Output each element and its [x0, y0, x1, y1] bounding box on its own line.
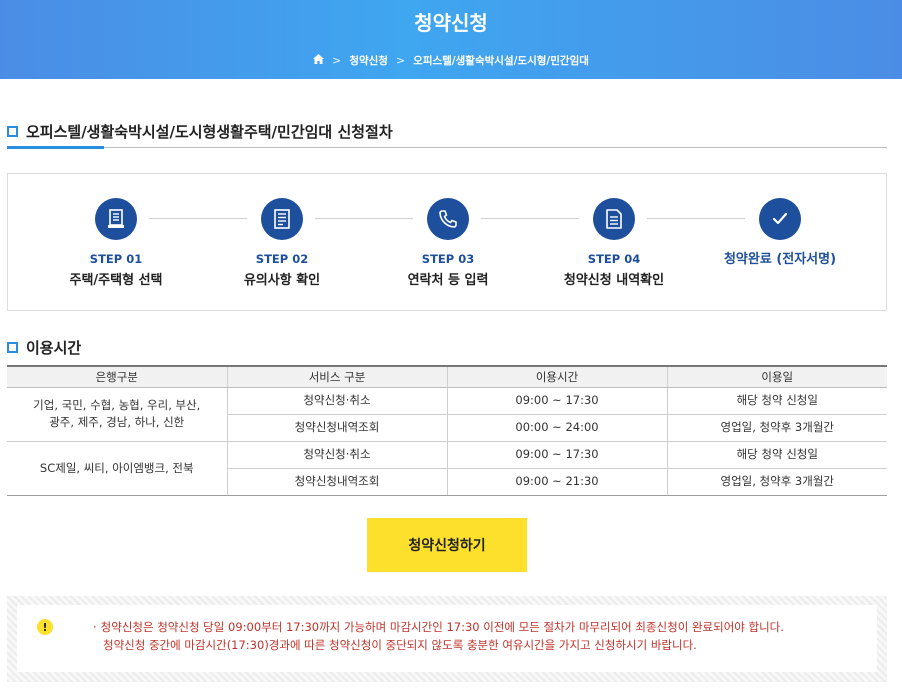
warning-icon: ! — [37, 619, 53, 635]
square-bullet-icon — [7, 126, 18, 137]
step-final-label: 청약완료 (전자서명) — [723, 252, 837, 267]
step-number: STEP 04 — [587, 252, 641, 266]
home-icon[interactable] — [313, 54, 325, 67]
check-icon — [759, 198, 801, 240]
table-row: 기업, 국민, 수협, 농협, 우리, 부산, 광주, 제주, 경남, 하나, … — [7, 387, 887, 442]
notice-text: · 청약신청은 청약신청 당일 09:00부터 17:30까지 가능하며 마감시간… — [93, 618, 784, 654]
table-row: SC제일, 씨티, 아이엠뱅크, 전북 청약신청·취소 09:00 ~ 17:3… — [7, 441, 887, 496]
step-label: 주택/주택형 선택 — [69, 273, 163, 288]
step-number: STEP 02 — [255, 252, 309, 266]
chevron-right-icon: > — [395, 54, 406, 67]
apply-button[interactable]: 청약신청하기 — [367, 518, 527, 572]
document-icon — [95, 198, 137, 240]
notice-box: ! · 청약신청은 청약신청 당일 09:00부터 17:30까지 가능하며 마감… — [7, 596, 887, 682]
service-cell: 청약신청내역조회 — [226, 414, 447, 442]
service-cell: 청약신청내역조회 — [226, 468, 447, 496]
breadcrumb: > 청약신청 > 오피스텔/생활숙박시설/도시형/민간임대 — [0, 53, 902, 68]
page-header-banner: 청약신청 > 청약신청 > 오피스텔/생활숙박시설/도시형/민간임대 — [0, 0, 902, 79]
day-cell: 영업일, 청약후 3개월간 — [666, 468, 887, 496]
bank-cell: 기업, 국민, 수협, 농협, 우리, 부산, 광주, 제주, 경남, 하나, … — [7, 387, 227, 442]
step-04: STEP 04 청약신청 내역확인 — [539, 198, 689, 288]
step-02: STEP 02 유의사항 확인 — [207, 198, 357, 288]
step-01: STEP 01 주택/주택형 선택 — [41, 198, 191, 288]
time-cell: 09:00 ~ 17:30 — [446, 387, 667, 415]
phone-icon — [427, 198, 469, 240]
step-label: 청약신청 내역확인 — [563, 273, 665, 288]
chevron-right-icon: > — [332, 54, 342, 67]
heading-divider-accent — [7, 146, 104, 149]
day-cell: 영업일, 청약후 3개월간 — [666, 414, 887, 442]
heading-divider — [7, 147, 887, 148]
step-03: STEP 03 연락처 등 입력 — [373, 198, 523, 288]
breadcrumb-item-apply[interactable]: 청약신청 — [349, 53, 388, 68]
notice-line-2: 청약신청 중간에 마감시간(17:30)경과에 따른 청약신청이 중단되지 않도… — [103, 638, 697, 652]
column-header: 이용시간 — [446, 365, 667, 388]
usage-heading: 이용시간 — [7, 337, 81, 358]
service-cell: 청약신청·취소 — [226, 387, 447, 415]
usage-heading-text: 이용시간 — [26, 339, 82, 357]
bank-line: 광주, 제주, 경남, 하나, 신한 — [49, 415, 185, 429]
bank-line: SC제일, 씨티, 아이엠뱅크, 전북 — [39, 460, 194, 475]
column-header: 은행구분 — [7, 365, 227, 388]
table-header-row: 은행구분 서비스 구분 이용시간 이용일 — [7, 365, 887, 388]
bank-cell: SC제일, 씨티, 아이엠뱅크, 전북 — [7, 441, 227, 496]
step-final: 청약완료 (전자서명) — [705, 198, 855, 267]
step-label: 유의사항 확인 — [243, 273, 321, 288]
step-label: 연락처 등 입력 — [407, 273, 489, 288]
usage-time-table: 은행구분 서비스 구분 이용시간 이용일 기업, 국민, 수협, 농협, 우리,… — [7, 365, 887, 496]
breadcrumb-item-current[interactable]: 오피스텔/생활숙박시설/도시형/민간임대 — [413, 53, 589, 68]
service-cell: 청약신청·취소 — [226, 441, 447, 469]
column-header: 이용일 — [666, 365, 887, 388]
page-title: 청약신청 — [414, 11, 488, 35]
column-header: 서비스 구분 — [226, 365, 447, 388]
time-cell: 09:00 ~ 17:30 — [446, 441, 667, 469]
procedure-heading-text: 오피스텔/생활숙박시설/도시형생활주택/민간임대 신청절차 — [26, 123, 393, 141]
time-cell: 09:00 ~ 21:30 — [446, 468, 667, 496]
procedure-heading: 오피스텔/생활숙박시설/도시형생활주택/민간임대 신청절차 — [7, 121, 393, 142]
notice-inner: ! · 청약신청은 청약신청 당일 09:00부터 17:30까지 가능하며 마감… — [17, 605, 877, 672]
step-number: STEP 03 — [421, 252, 475, 266]
notice-line-1: 청약신청은 청약신청 당일 09:00부터 17:30까지 가능하며 마감시간인… — [100, 620, 784, 634]
time-cell: 00:00 ~ 24:00 — [446, 414, 667, 442]
checklist-document-icon — [593, 198, 635, 240]
notice-list-icon — [261, 198, 303, 240]
bank-line: 기업, 국민, 수협, 농협, 우리, 부산, — [33, 398, 201, 412]
day-cell: 해당 청약 신청일 — [666, 387, 887, 415]
step-number: STEP 01 — [89, 252, 143, 266]
square-bullet-icon — [7, 342, 18, 353]
procedure-steps: STEP 01 주택/주택형 선택 STEP 02 유의사항 확인 STEP 0… — [7, 173, 887, 311]
day-cell: 해당 청약 신청일 — [666, 441, 887, 469]
notice-bullet: · — [93, 620, 97, 634]
